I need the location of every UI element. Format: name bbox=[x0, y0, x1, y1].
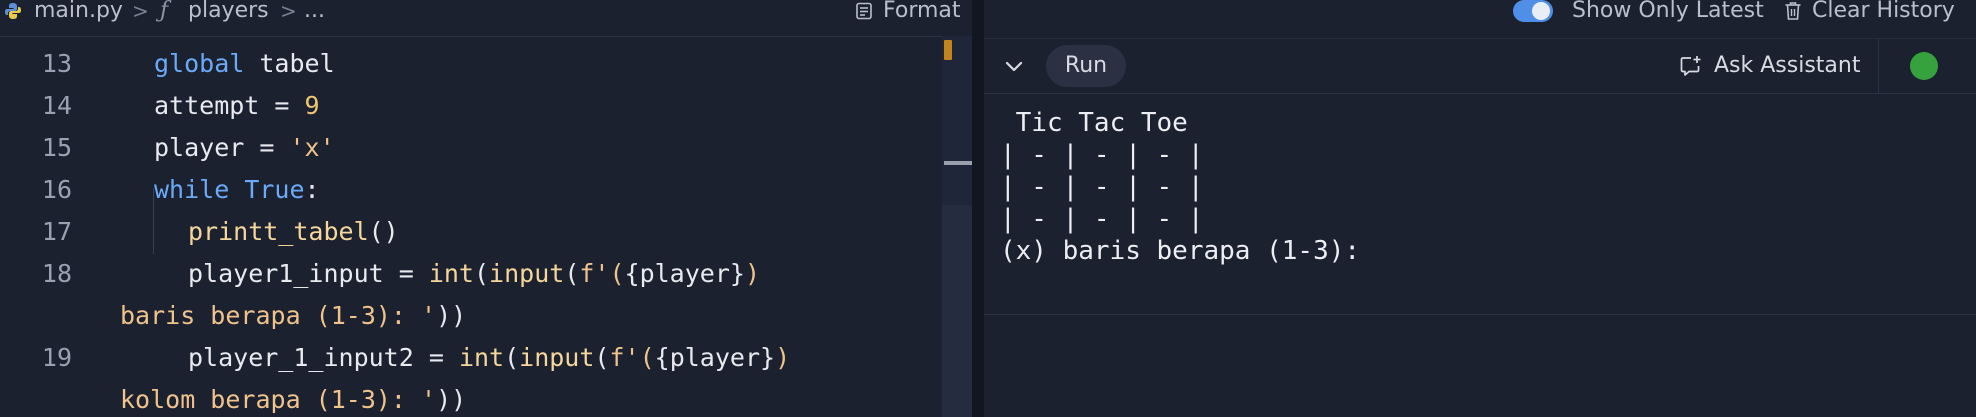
code-line-wrapped[interactable]: baris berapa (1-3): ')) bbox=[120, 301, 466, 330]
code-token-str: ) bbox=[744, 259, 761, 288]
code-token-str: f'( bbox=[609, 343, 655, 372]
code-token-str: ) bbox=[775, 343, 791, 372]
code-token-bi: input bbox=[519, 343, 595, 372]
run-bar: Run Ask Assistant bbox=[984, 38, 1976, 94]
console-toolbar: Show Only Latest Clear History bbox=[984, 0, 1976, 28]
code-token-txt: {player} bbox=[624, 259, 745, 288]
code-token-str: baris berapa (1-3): ' bbox=[120, 301, 437, 330]
ask-assistant-label: Ask Assistant bbox=[1714, 53, 1861, 78]
code-token-txt: )) bbox=[436, 385, 467, 414]
scrollbar-thumb[interactable] bbox=[944, 161, 972, 165]
format-label: Format bbox=[883, 0, 961, 23]
breadcrumb-separator: > bbox=[132, 0, 149, 23]
code-token-str: 'x' bbox=[289, 133, 335, 162]
line-number: 19 bbox=[41, 343, 72, 372]
breadcrumb-more[interactable]: ... bbox=[304, 0, 325, 22]
code-token-txt: : bbox=[304, 175, 320, 204]
code-token-kw: True bbox=[244, 175, 305, 204]
code-token-txt: {player} bbox=[654, 343, 776, 372]
code-line[interactable]: printt_tabel() bbox=[188, 217, 399, 246]
console-output: Tic Tac Toe | - | - | - | | - | - | - | … bbox=[1000, 108, 1361, 266]
code-token-txt: attempt = bbox=[154, 91, 305, 120]
breadcrumb-function[interactable]: players bbox=[188, 0, 269, 22]
line-number: 14 bbox=[41, 91, 72, 120]
line-number: 18 bbox=[41, 259, 72, 288]
clear-history-button[interactable]: Clear History bbox=[1784, 0, 1955, 22]
code-token-kw: global bbox=[154, 49, 245, 78]
code-line[interactable]: player_1_input2 = int(input(f'({player}) bbox=[188, 343, 790, 372]
code-area[interactable]: 13 global tabel 14 attempt = 9 15 player = 'x… bbox=[0, 36, 972, 417]
code-token-bi: int bbox=[428, 259, 474, 288]
toolbar-divider bbox=[1878, 39, 1879, 93]
code-token-txt: player = bbox=[154, 133, 290, 162]
breadcrumb-file[interactable]: main.py bbox=[34, 0, 123, 22]
breadcrumb: main.py > ƒ players > ... Format bbox=[0, 0, 972, 37]
code-token-txt: ( bbox=[473, 259, 490, 288]
code-token-txt: () bbox=[368, 217, 399, 246]
format-icon bbox=[856, 2, 872, 20]
line-number: 16 bbox=[41, 175, 72, 204]
code-token-bi: int bbox=[458, 343, 505, 372]
scrollbar-marker bbox=[944, 40, 952, 60]
python-file-icon bbox=[5, 3, 21, 19]
code-token-txt: tabel bbox=[244, 49, 335, 78]
code-line-wrapped[interactable]: kolom berapa (1-3): ')) bbox=[120, 385, 466, 414]
run-button[interactable]: Run bbox=[1046, 45, 1126, 87]
toggle-knob bbox=[1532, 2, 1550, 20]
code-token-str: kolom berapa (1-3): ' bbox=[120, 385, 437, 414]
output-divider bbox=[984, 314, 1976, 315]
code-token-fnc: printt_tabel bbox=[188, 217, 369, 246]
code-token-num: 9 bbox=[304, 91, 320, 120]
code-token-txt: player1_input = bbox=[188, 259, 429, 288]
chevron-down-icon[interactable] bbox=[1002, 54, 1026, 78]
code-line[interactable]: while True: bbox=[154, 175, 320, 204]
code-editor-pane: main.py > ƒ players > ... Format 13 globa… bbox=[0, 0, 972, 417]
scrollbar-track-lower bbox=[942, 205, 972, 417]
clear-history-label: Clear History bbox=[1812, 0, 1955, 23]
code-line[interactable]: player = 'x' bbox=[154, 133, 335, 162]
code-line[interactable]: global tabel bbox=[154, 49, 335, 78]
trash-icon bbox=[1785, 2, 1801, 20]
line-number: 15 bbox=[41, 133, 72, 162]
code-token-str: f'( bbox=[579, 259, 625, 288]
show-only-latest-toggle[interactable] bbox=[1513, 0, 1553, 22]
ask-assistant-button[interactable]: Ask Assistant bbox=[1680, 51, 1860, 81]
code-token-txt: player_1_input2 = bbox=[188, 343, 459, 372]
line-number: 17 bbox=[41, 217, 72, 246]
code-token-txt: )) bbox=[436, 301, 467, 330]
code-line[interactable]: player1_input = int(input(f'({player}) bbox=[188, 259, 760, 288]
status-indicator bbox=[1910, 52, 1938, 80]
code-token-txt: ( bbox=[504, 343, 520, 372]
code-token-bi: input bbox=[489, 259, 565, 288]
show-only-latest-label: Show Only Latest bbox=[1572, 0, 1764, 23]
console-pane: Show Only Latest Clear History Run Ask A… bbox=[984, 0, 1976, 417]
code-line[interactable]: attempt = 9 bbox=[154, 91, 320, 120]
line-number: 13 bbox=[41, 49, 72, 78]
breadcrumb-separator: > bbox=[280, 0, 297, 23]
function-icon: ƒ bbox=[160, 0, 169, 23]
code-token-txt: ( bbox=[594, 343, 610, 372]
code-token-txt: ( bbox=[564, 259, 580, 288]
format-button[interactable]: Format bbox=[855, 0, 961, 22]
pane-splitter[interactable] bbox=[972, 0, 984, 417]
code-token-kw: while bbox=[154, 175, 230, 204]
chat-sparkle-icon bbox=[1680, 56, 1701, 76]
